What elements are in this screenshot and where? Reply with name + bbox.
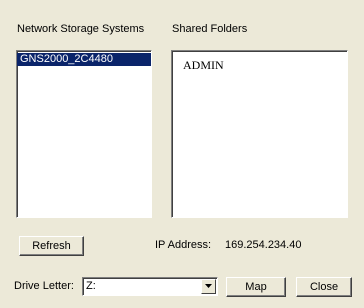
- drive-letter-value: Z:: [86, 280, 96, 292]
- shared-folder-item[interactable]: ADMIN: [183, 58, 347, 72]
- close-button[interactable]: Close: [296, 277, 352, 297]
- shared-folders-label: Shared Folders: [172, 23, 248, 35]
- ip-address-label: IP Address:: [155, 239, 212, 251]
- shared-folders-list[interactable]: ADMIN: [171, 50, 348, 218]
- storage-list-label: Network Storage Systems: [17, 23, 145, 35]
- map-button[interactable]: Map: [226, 277, 286, 297]
- chevron-down-icon[interactable]: [201, 279, 216, 294]
- storage-systems-list[interactable]: GNS2000_2C4480: [16, 50, 152, 218]
- refresh-button[interactable]: Refresh: [19, 236, 84, 256]
- drive-letter-select[interactable]: Z:: [82, 277, 218, 296]
- ip-address-value: 169.254.234.40: [225, 239, 302, 251]
- storage-list-item[interactable]: GNS2000_2C4480: [17, 53, 151, 66]
- drive-letter-label: Drive Letter:: [14, 280, 74, 292]
